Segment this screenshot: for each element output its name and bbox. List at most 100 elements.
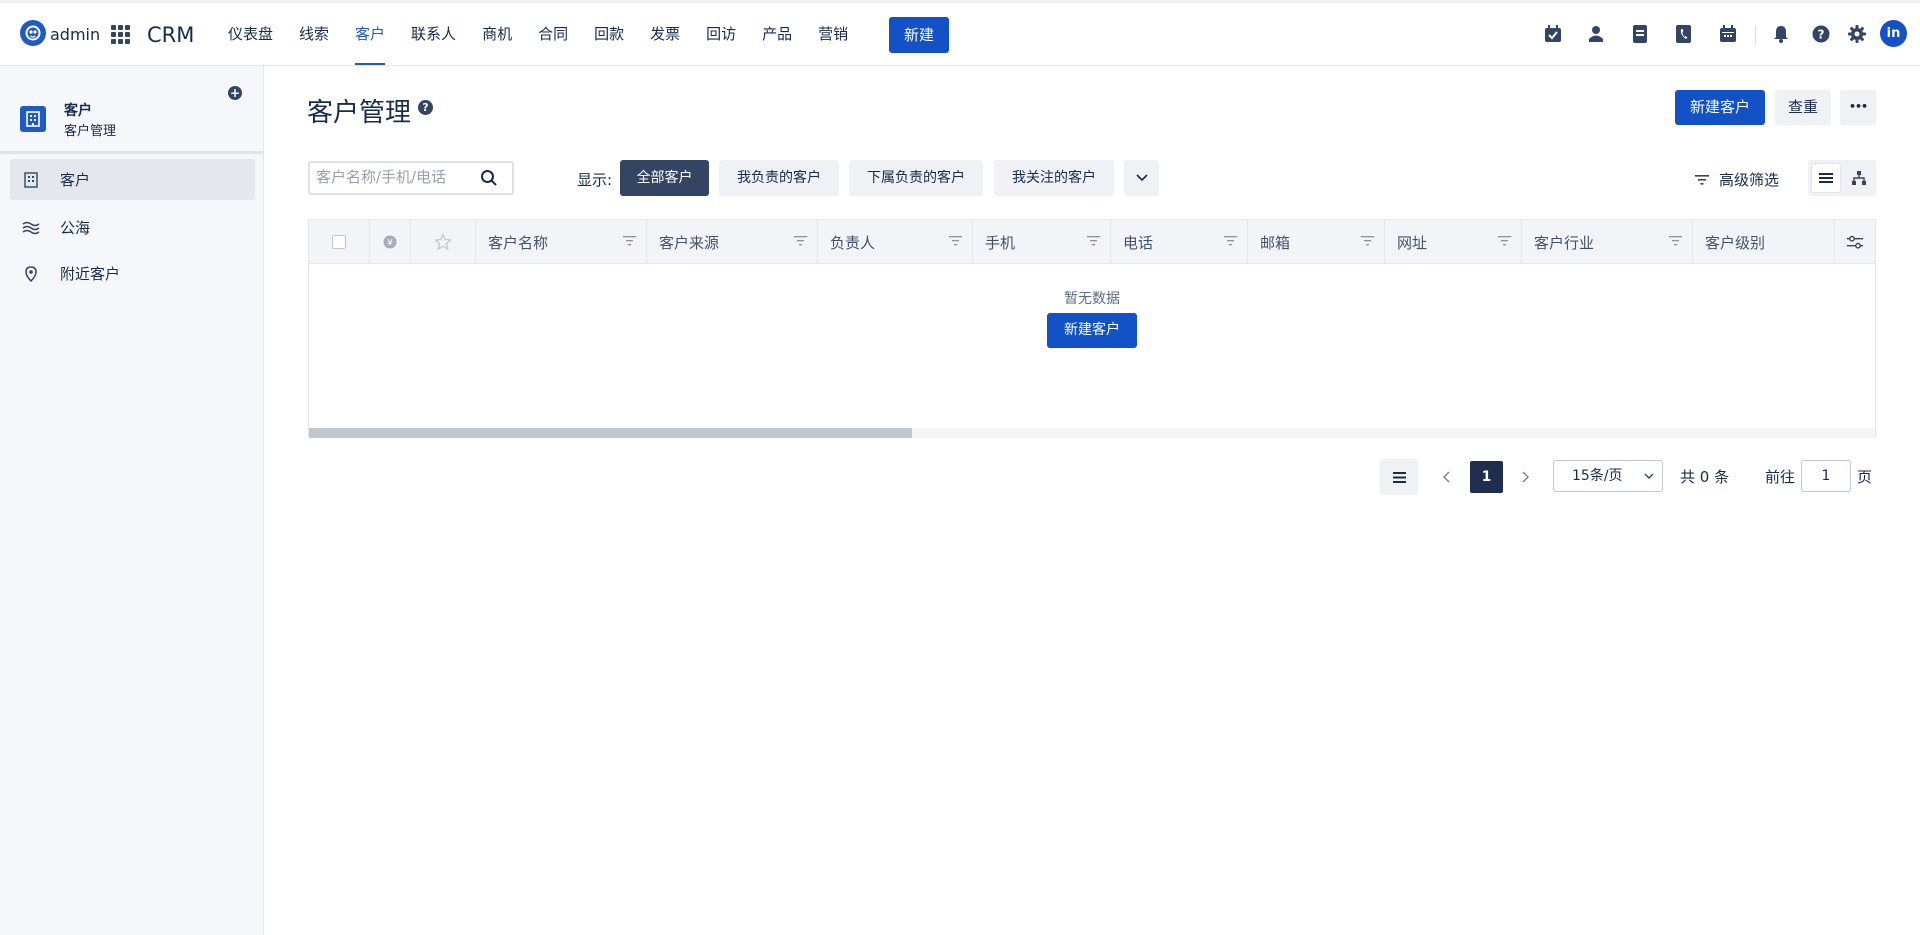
- scrollbar-thumb[interactable]: [309, 428, 912, 438]
- goto-label: 前往: [1765, 468, 1796, 486]
- prev-page-button[interactable]: [1437, 459, 1457, 495]
- page-title: 客户管理: [307, 98, 412, 128]
- brand-name: admin: [50, 25, 101, 44]
- app-switcher-icon[interactable]: [111, 25, 130, 44]
- search-box: [308, 161, 514, 195]
- page-number-current[interactable]: 1: [1470, 461, 1503, 493]
- select-all-checkbox-cell: [309, 220, 370, 264]
- nav-item-leads[interactable]: 线索: [286, 3, 342, 65]
- search-input[interactable]: [316, 163, 476, 191]
- new-customer-button[interactable]: 新建客户: [1675, 90, 1765, 125]
- nav-item-dashboard[interactable]: 仪表盘: [215, 3, 286, 65]
- column-email[interactable]: 邮箱: [1248, 220, 1385, 264]
- sliders-icon: [1847, 235, 1863, 249]
- nav-item-visits[interactable]: 回访: [693, 3, 749, 65]
- sidebar-item-customers[interactable]: 客户: [10, 159, 255, 200]
- user-icon[interactable]: [1584, 22, 1608, 46]
- filter-subordinate-customers[interactable]: 下属负责的客户: [849, 160, 983, 196]
- advanced-filter-button[interactable]: 高级筛选: [1695, 169, 1779, 190]
- user-avatar[interactable]: in: [1880, 20, 1907, 47]
- column-filter-icon[interactable]: [1087, 236, 1100, 246]
- horizontal-scrollbar[interactable]: [309, 428, 1875, 438]
- check-duplicate-button[interactable]: 查重: [1775, 90, 1831, 125]
- document-icon[interactable]: [1628, 22, 1652, 46]
- column-filter-icon[interactable]: [794, 236, 807, 246]
- nav-item-customers[interactable]: 客户: [342, 3, 398, 65]
- table-header: ¥ 客户名称 客户来源 负责人 手机 电话 邮箱 网址 客户行业 客户级别: [309, 220, 1875, 264]
- filter-followed-customers[interactable]: 我关注的客户: [994, 160, 1114, 196]
- create-new-button[interactable]: 新建: [889, 17, 949, 53]
- sidebar-item-public-pool[interactable]: 公海: [10, 207, 255, 248]
- column-owner[interactable]: 负责人: [818, 220, 973, 264]
- page-size-select[interactable]: 15条/页: [1553, 460, 1663, 492]
- sidebar: 客户 客户管理 + 客户 公海 附近客户: [0, 66, 264, 935]
- column-customer-level[interactable]: 客户级别: [1693, 220, 1835, 264]
- add-circle-icon[interactable]: +: [228, 86, 242, 100]
- filter-more-dropdown[interactable]: [1124, 160, 1159, 196]
- nav-item-contacts[interactable]: 联系人: [398, 3, 469, 65]
- list-icon: [1392, 471, 1406, 483]
- bell-icon[interactable]: [1769, 22, 1793, 46]
- customer-table: ¥ 客户名称 客户来源 负责人 手机 电话 邮箱 网址 客户行业 客户级别 暂无…: [308, 219, 1876, 438]
- nav-item-invoices[interactable]: 发票: [637, 3, 693, 65]
- column-industry[interactable]: 客户行业: [1522, 220, 1693, 264]
- chevron-left-icon: [1443, 471, 1450, 483]
- gear-icon[interactable]: [1845, 22, 1869, 46]
- help-icon[interactable]: ?: [1809, 22, 1833, 46]
- column-filter-icon[interactable]: [1224, 236, 1237, 246]
- nav-item-marketing[interactable]: 营销: [805, 3, 861, 65]
- column-filter-icon[interactable]: [623, 236, 636, 246]
- nav-item-products[interactable]: 产品: [749, 3, 805, 65]
- nav-item-payments[interactable]: 回款: [581, 3, 637, 65]
- more-button[interactable]: •••: [1840, 90, 1876, 125]
- calendar-check-icon[interactable]: [1541, 22, 1565, 46]
- next-page-button[interactable]: [1515, 459, 1535, 495]
- goto-page-input[interactable]: [1801, 460, 1851, 492]
- column-settings[interactable]: [1835, 220, 1875, 264]
- page-size-value: 15条/页: [1572, 468, 1623, 484]
- app-logo[interactable]: [20, 20, 46, 46]
- currency-column: ¥: [370, 220, 411, 264]
- nav-item-contracts[interactable]: 合同: [525, 3, 581, 65]
- column-filter-icon[interactable]: [1361, 236, 1374, 246]
- main-nav: 仪表盘 线索 客户 联系人 商机 合同 回款 发票 回访 产品 营销: [215, 3, 861, 65]
- column-customer-source[interactable]: 客户来源: [647, 220, 818, 264]
- column-mobile[interactable]: 手机: [973, 220, 1111, 264]
- nav-item-opportunities[interactable]: 商机: [469, 3, 525, 65]
- sidebar-subtitle: 客户管理: [64, 124, 117, 139]
- currency-icon: ¥: [383, 235, 397, 249]
- hierarchy-view-icon[interactable]: [1844, 163, 1874, 193]
- column-filter-icon[interactable]: [949, 236, 962, 246]
- column-filter-icon[interactable]: [1498, 236, 1511, 246]
- phone-book-icon[interactable]: [1672, 22, 1696, 46]
- sidebar-title: 客户: [64, 103, 92, 119]
- sidebar-item-nearby-customers[interactable]: 附近客户: [10, 253, 255, 294]
- select-all-checkbox[interactable]: [332, 235, 346, 249]
- empty-new-customer-button[interactable]: 新建客户: [1047, 313, 1137, 348]
- empty-state-text: 暂无数据: [1064, 291, 1120, 307]
- sidebar-item-label: 客户: [60, 171, 91, 189]
- main-content: 客户管理 ? 新建客户 查重 ••• 显示: 全部客户 我负责的客户 下属负责的…: [265, 66, 1920, 935]
- sidebar-header: 客户 客户管理 +: [0, 66, 264, 154]
- column-filter-icon[interactable]: [1669, 236, 1682, 246]
- building-icon: [16, 171, 46, 188]
- calendar-icon[interactable]: [1716, 22, 1740, 46]
- filter-my-customers[interactable]: 我负责的客户: [719, 160, 839, 196]
- app-name: CRM: [147, 23, 195, 47]
- chevron-down-icon: [1644, 473, 1654, 479]
- list-view-icon[interactable]: [1811, 163, 1841, 193]
- page-size-menu-button[interactable]: [1380, 459, 1418, 495]
- chevron-down-icon: [1135, 174, 1148, 182]
- column-customer-name[interactable]: 客户名称: [476, 220, 647, 264]
- help-icon[interactable]: ?: [418, 100, 433, 115]
- filter-all-customers[interactable]: 全部客户: [620, 160, 709, 196]
- column-website[interactable]: 网址: [1385, 220, 1522, 264]
- star-icon[interactable]: [434, 233, 452, 251]
- building-icon: [20, 106, 46, 132]
- toolbar-divider: [1755, 25, 1756, 45]
- waves-icon: [16, 221, 46, 235]
- column-phone[interactable]: 电话: [1111, 220, 1248, 264]
- svg-text:?: ?: [1818, 28, 1825, 42]
- search-icon[interactable]: [480, 169, 498, 191]
- page-suffix: 页: [1857, 468, 1873, 486]
